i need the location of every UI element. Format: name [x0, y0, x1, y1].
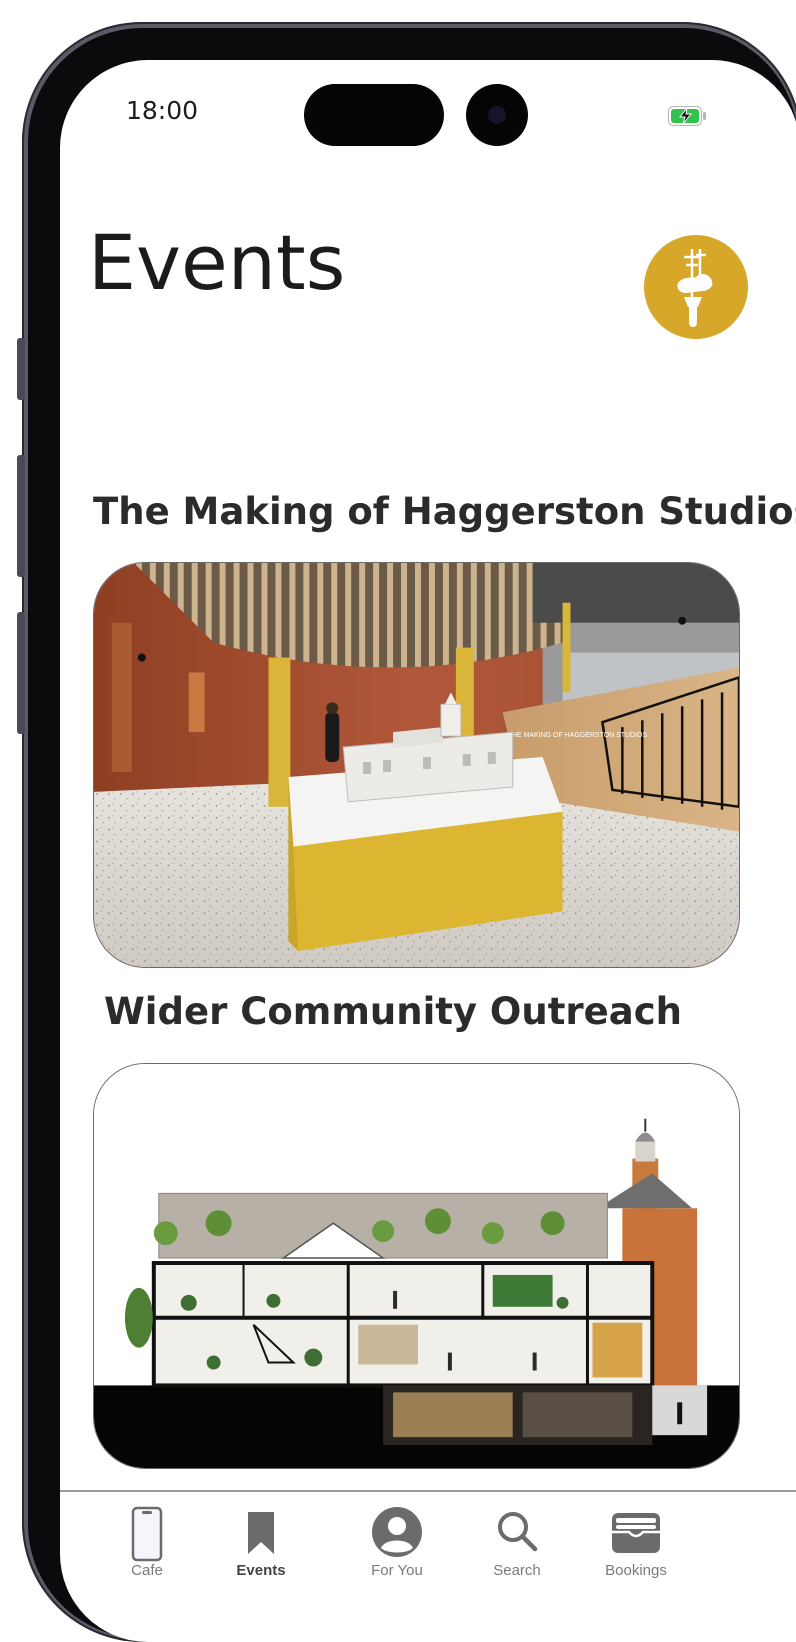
- phone-icon: [131, 1506, 163, 1562]
- volume-down-button: [17, 612, 25, 734]
- tab-label: Bookings: [605, 1562, 667, 1579]
- tab-cafe[interactable]: Cafe: [87, 1500, 207, 1590]
- exhibition-caption: THE MAKING OF HAGGERSTON STUDIOS: [508, 732, 648, 739]
- tab-label: Search: [493, 1562, 541, 1579]
- volume-up-button: [17, 455, 25, 577]
- tab-bar-divider: [60, 1490, 796, 1492]
- exhibition-interior-image: THE MAKING OF HAGGERSTON STUDIOS: [94, 563, 739, 967]
- silent-switch: [17, 338, 25, 400]
- bookmark-icon: [248, 1512, 274, 1554]
- search-icon: [498, 1512, 538, 1552]
- tab-for-you[interactable]: For You: [337, 1500, 457, 1590]
- tab-events[interactable]: Events: [201, 1500, 321, 1590]
- weathervane-logo-icon[interactable]: [644, 235, 748, 339]
- tab-label: Cafe: [131, 1562, 163, 1579]
- event-title[interactable]: The Making of Haggerston Studios: [93, 490, 796, 533]
- tab-bookings[interactable]: Bookings: [576, 1500, 696, 1590]
- event-card-image[interactable]: THE MAKING OF HAGGERSTON STUDIOS: [93, 562, 740, 968]
- status-time: 18:00: [126, 96, 199, 125]
- event-card-image[interactable]: [93, 1063, 740, 1469]
- user-circle-icon: [372, 1507, 422, 1557]
- page-title: Events: [88, 218, 346, 307]
- front-camera: [466, 84, 528, 146]
- event-title[interactable]: Wider Community Outreach: [104, 990, 682, 1033]
- tab-search[interactable]: Search: [457, 1500, 577, 1590]
- battery-charging-icon: [668, 106, 706, 126]
- tab-label: For You: [371, 1562, 423, 1579]
- app-screen: 18:00 Events The Making of Haggerston St…: [60, 60, 796, 1642]
- tab-label: Events: [236, 1562, 286, 1579]
- wallet-icon: [612, 1513, 660, 1553]
- dynamic-island: [304, 84, 444, 146]
- building-section-image: [94, 1064, 739, 1468]
